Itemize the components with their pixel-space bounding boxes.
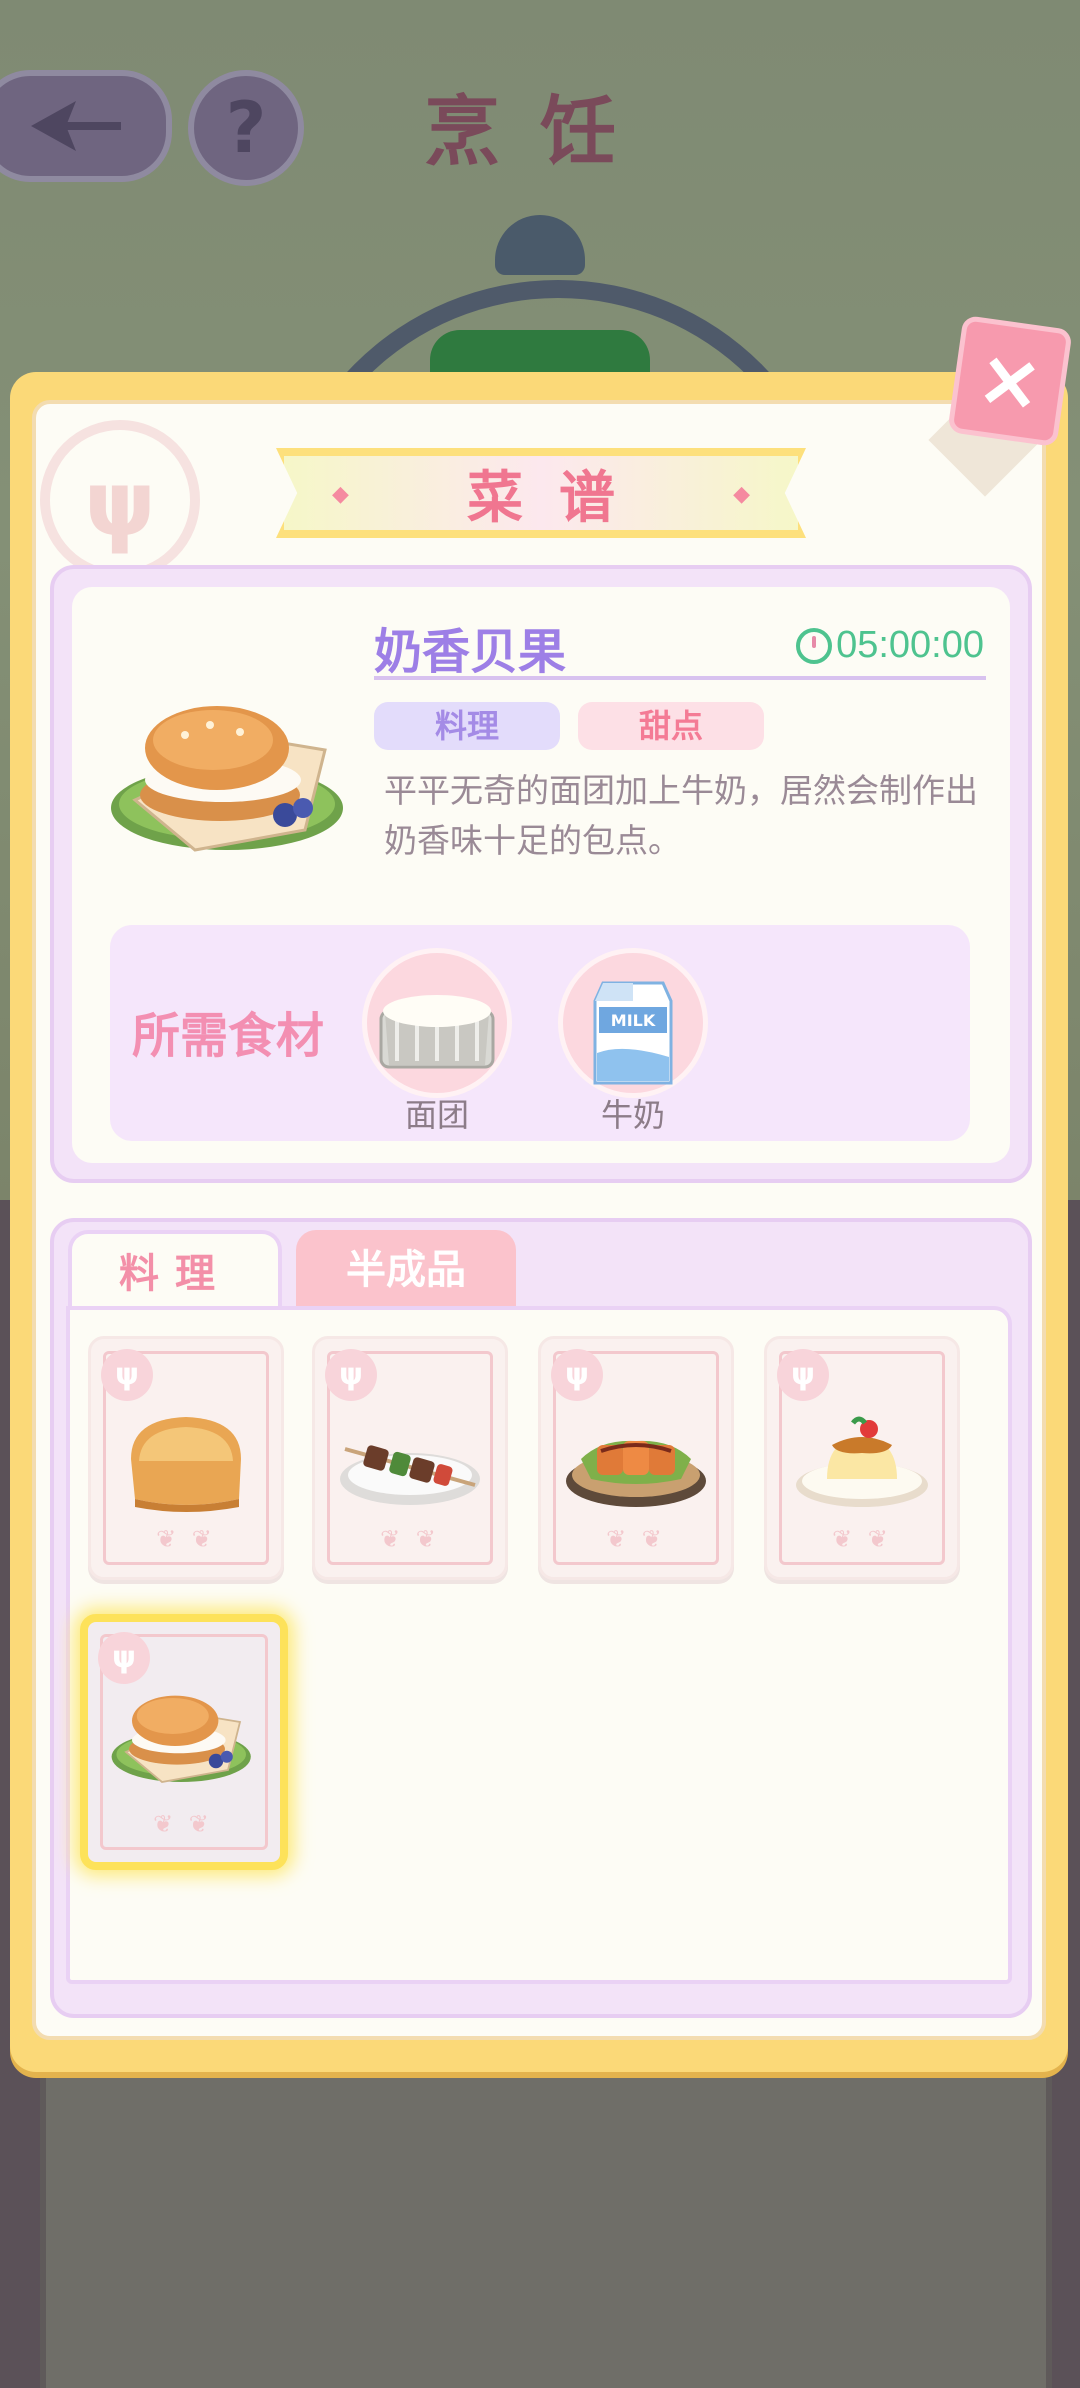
- bread-icon: [131, 1417, 241, 1512]
- recipe-card-pudding[interactable]: ψ ❦ ❦: [764, 1336, 960, 1580]
- bagel-icon: [111, 1695, 251, 1783]
- milk-carton-text: MILK: [611, 1011, 656, 1030]
- laurel-decoration: ❦ ❦: [156, 1525, 216, 1553]
- name-divider: [374, 676, 986, 680]
- panel-title: 菜谱: [467, 465, 651, 531]
- dish-description: 平平无奇的面团加上牛奶，居然会制作出奶香味十足的包点。: [384, 771, 978, 860]
- page-title: 烹饪: [424, 87, 656, 176]
- help-label: ?: [225, 87, 267, 169]
- close-icon: ×: [971, 331, 1049, 431]
- help-button[interactable]: ?: [188, 70, 304, 186]
- ribbon-diamond-icon: ◆: [733, 482, 750, 507]
- tag-category: 料理: [374, 702, 560, 750]
- title-ribbon: ◆ 菜谱 ◆: [276, 448, 806, 538]
- skewer-icon: [340, 1445, 480, 1505]
- laurel-decoration: ❦ ❦: [832, 1525, 892, 1553]
- back-button[interactable]: [0, 70, 172, 182]
- fried-chicken-icon: [566, 1440, 706, 1507]
- close-button[interactable]: ×: [947, 314, 1073, 448]
- recipe-card-skewer[interactable]: ψ ❦ ❦: [312, 1336, 508, 1580]
- dish-name: 奶香贝果: [374, 624, 567, 680]
- fork-spoon-logo-icon: ψ: [40, 420, 200, 580]
- tab-cooking[interactable]: 料理: [68, 1230, 282, 1310]
- cook-time-value: 05:00:00: [836, 624, 984, 666]
- ingredients-label: 所需食材: [132, 1008, 325, 1064]
- pudding-icon: [796, 1416, 928, 1507]
- dough-icon: [379, 995, 495, 1069]
- ingredient-milk-name: 牛奶: [600, 1096, 665, 1134]
- ingredient-milk[interactable]: MILK: [558, 948, 708, 1098]
- tag-type: 甜点: [578, 702, 764, 750]
- laurel-decoration: ❦ ❦: [380, 1525, 440, 1553]
- recipe-card-fried-chicken[interactable]: ψ ❦ ❦: [538, 1336, 734, 1580]
- cook-time: 05:00:00: [796, 624, 984, 667]
- laurel-decoration: ❦ ❦: [153, 1810, 213, 1838]
- clock-icon: [796, 627, 833, 664]
- recipe-card-bagel[interactable]: ψ ❦ ❦: [80, 1614, 288, 1870]
- recipe-card-bread[interactable]: ψ ❦ ❦: [88, 1336, 284, 1580]
- ingredient-dough-name: 面团: [404, 1096, 469, 1134]
- milk-carton-icon: MILK: [593, 981, 673, 1085]
- back-arrow-icon: [31, 101, 121, 151]
- bagel-dish-image: [111, 706, 343, 852]
- ingredient-dough[interactable]: [362, 948, 512, 1098]
- ribbon-diamond-icon: ◆: [332, 482, 349, 507]
- tab-semi-finished[interactable]: 半成品: [296, 1230, 516, 1310]
- laurel-decoration: ❦ ❦: [606, 1525, 666, 1553]
